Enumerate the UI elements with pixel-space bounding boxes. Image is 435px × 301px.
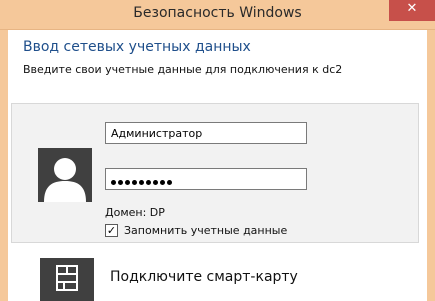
password-dot	[160, 179, 165, 185]
window-frame-left	[0, 30, 8, 301]
remember-credentials-checkbox[interactable]: ✓	[105, 224, 118, 237]
username-input[interactable]	[105, 122, 307, 144]
password-dot	[125, 179, 130, 185]
password-dot	[153, 179, 158, 185]
dialog-content: Ввод сетевых учетных данных Введите свои…	[8, 30, 427, 301]
credential-tile[interactable]: Домен: DP ✓ Запомнить учетные данные	[11, 103, 419, 243]
window-title: Безопасность Windows	[133, 5, 302, 21]
dialog-subheading: Введите свои учетные данные для подключе…	[23, 63, 343, 76]
password-dot	[167, 179, 172, 185]
title-bar: Безопасность Windows ✕	[0, 0, 435, 30]
close-icon: ✕	[406, 1, 418, 16]
close-button[interactable]: ✕	[389, 0, 435, 21]
smart-card-label: Подключите смарт-карту	[110, 269, 298, 285]
password-dot	[118, 179, 123, 185]
smart-card-option[interactable]: Подключите смарт-карту	[11, 252, 419, 301]
smart-card-icon	[40, 258, 94, 301]
password-dot	[132, 179, 137, 185]
domain-label: Домен: DP	[105, 206, 165, 219]
user-avatar-icon	[38, 148, 92, 202]
window-frame-right	[427, 30, 435, 301]
password-input[interactable]	[105, 168, 307, 190]
remember-credentials-label: Запомнить учетные данные	[124, 224, 288, 237]
password-dot	[139, 179, 144, 185]
password-dot	[146, 179, 151, 185]
dialog-heading: Ввод сетевых учетных данных	[23, 39, 251, 55]
password-mask	[111, 175, 174, 185]
password-dot	[111, 179, 116, 185]
